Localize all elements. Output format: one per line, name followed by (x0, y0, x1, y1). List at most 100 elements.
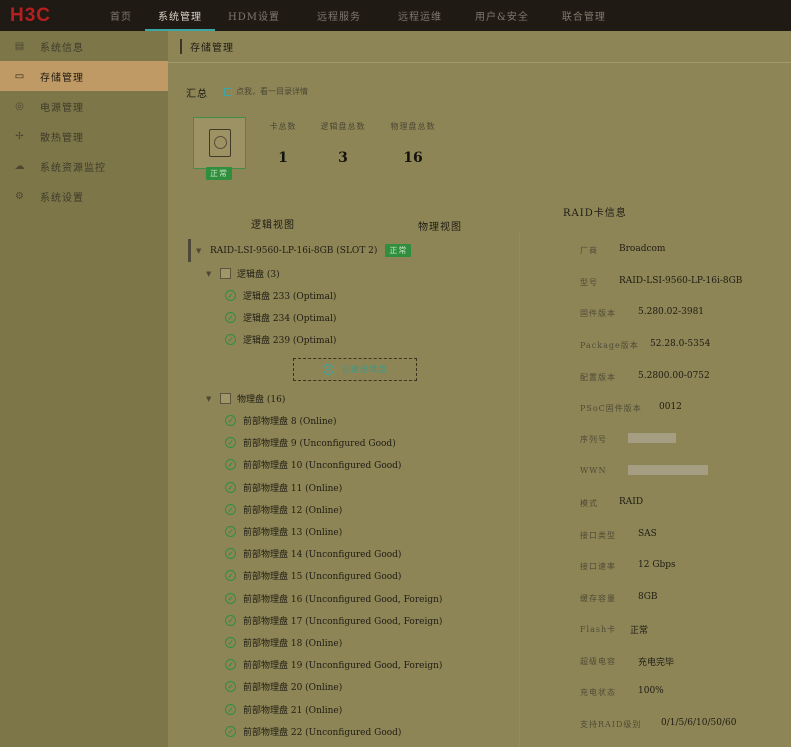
list-item[interactable]: ✓ 前部物理盘 22 (Unconfigured Good) (225, 725, 401, 738)
raid-info-label: 缓存容量 (580, 594, 616, 603)
raid-info-label: 模式 (580, 499, 598, 508)
logical-disk-label: 逻辑盘 239 (Optimal) (243, 336, 337, 346)
stat-value-physical-disks: 16 (403, 150, 423, 166)
raid-info-label: 固件版本 (580, 309, 616, 318)
raid-info-value: 0/1/5/6/10/50/60 (661, 718, 737, 728)
list-item[interactable]: ✓ 前部物理盘 21 (Online) (225, 703, 342, 716)
physical-disk-label: 前部物理盘 13 (Online) (243, 528, 343, 538)
power-icon: ◎ (15, 100, 25, 112)
physical-disk-label: 前部物理盘 8 (Online) (243, 417, 337, 427)
sidebar-item-cooling[interactable]: ✢ 散热管理 (0, 121, 168, 151)
sidebar: ▤ 系统信息 ▭ 存储管理 ◎ 电源管理 ✢ 散热管理 ☁ 系统资源监控 ⚙ 系… (0, 31, 168, 747)
sidebar-item-storage[interactable]: ▭ 存储管理 (0, 61, 168, 91)
settings-icon: ⚙ (15, 190, 25, 202)
check-circle-icon: ✓ (225, 637, 236, 648)
list-item[interactable]: ✓ 前部物理盘 15 (Unconfigured Good) (225, 569, 401, 582)
controller-status-badge: 正常 (385, 244, 412, 257)
summary-hint-text: 点我，看一目录详情 (236, 87, 308, 96)
check-circle-icon: ✓ (225, 593, 236, 604)
summary-hint[interactable]: 点我，看一目录详情 (224, 86, 308, 97)
raid-info-label: 接口速率 (580, 562, 616, 571)
raid-info-label: Package版本 (580, 341, 639, 350)
selection-indicator (188, 239, 191, 262)
sidebar-item-system-settings[interactable]: ⚙ 系统设置 (0, 181, 168, 211)
sidebar-item-label: 存储管理 (40, 72, 84, 84)
chevron-down-icon[interactable]: ▼ (196, 247, 204, 255)
sidebar-item-label: 系统设置 (40, 192, 84, 204)
nav-federation[interactable]: 联合管理 (549, 0, 619, 31)
check-circle-icon: ✓ (225, 504, 236, 515)
list-item[interactable]: ✓ 前部物理盘 11 (Online) (225, 481, 342, 494)
raid-info-label: 厂商 (580, 246, 598, 255)
nav-system-management[interactable]: 系统管理 (145, 0, 215, 31)
check-circle-icon: ✓ (225, 570, 236, 581)
logical-disk-label: 逻辑盘 233 (Optimal) (243, 292, 337, 302)
disk-icon (208, 129, 231, 157)
physical-disk-group-icon (220, 393, 231, 404)
raid-info-label: 接口类型 (580, 531, 616, 540)
nav-remote-service[interactable]: 远程服务 (293, 0, 385, 31)
create-logical-disk-button[interactable]: + 创建逻辑盘 (293, 358, 417, 381)
list-item[interactable]: ✓ 前部物理盘 16 (Unconfigured Good, Foreign) (225, 592, 442, 605)
list-item[interactable]: ✓ 前部物理盘 9 (Unconfigured Good) (225, 436, 396, 449)
check-circle-icon: ✓ (225, 526, 236, 537)
nav-hdm-settings[interactable]: HDM设置 (215, 0, 293, 31)
raid-info-label: PSoC固件版本 (580, 404, 642, 413)
top-nav-bar: H3C 首页 系统管理 HDM设置 远程服务 远程运维 用户&安全 联合管理 (0, 0, 791, 31)
logical-disk-label: 逻辑盘 234 (Optimal) (243, 314, 337, 324)
chevron-down-icon[interactable]: ▼ (206, 270, 214, 278)
tab-physical-view[interactable]: 物理视图 (418, 218, 462, 233)
logical-group-node[interactable]: ▼ 逻辑盘 (3) (206, 267, 280, 280)
nav-remote-ops[interactable]: 远程运维 (385, 0, 455, 31)
physical-group-node[interactable]: ▼ 物理盘 (16) (206, 392, 285, 405)
check-circle-icon: ✓ (225, 681, 236, 692)
summary-label: 汇总 (186, 89, 208, 100)
raid-card-tile[interactable] (193, 117, 246, 169)
list-item[interactable]: ✓ 逻辑盘 239 (Optimal) (225, 333, 336, 346)
raid-info-label: WWN (580, 466, 607, 475)
controller-label: RAID-LSI-9560-LP-16i-8GB (SLOT 2) (210, 245, 378, 256)
sidebar-item-label: 电源管理 (40, 102, 84, 114)
list-item[interactable]: ✓ 前部物理盘 20 (Online) (225, 680, 342, 693)
physical-disk-label: 前部物理盘 16 (Unconfigured Good, Foreign) (243, 595, 443, 605)
list-item[interactable]: ✓ 前部物理盘 13 (Online) (225, 525, 342, 538)
raid-info-value: RAID (619, 497, 644, 507)
raid-info-label: 配置版本 (580, 373, 616, 382)
list-item[interactable]: ✓ 前部物理盘 10 (Unconfigured Good) (225, 458, 401, 471)
tab-logical-view[interactable]: 逻辑视图 (251, 216, 295, 231)
list-item[interactable]: ✓ 逻辑盘 233 (Optimal) (225, 289, 336, 302)
check-circle-icon: ✓ (225, 334, 236, 345)
check-circle-icon: ✓ (225, 548, 236, 559)
raid-info-value: 5.2800.00-0752 (638, 371, 710, 381)
sidebar-item-power[interactable]: ◎ 电源管理 (0, 91, 168, 121)
check-circle-icon: ✓ (225, 659, 236, 670)
raid-info-value: 正常 (630, 626, 649, 636)
redacted-serial (628, 433, 676, 443)
controller-node[interactable]: ▼ RAID-LSI-9560-LP-16i-8GB (SLOT 2) 正常 (196, 244, 412, 257)
sidebar-item-resource-monitor[interactable]: ☁ 系统资源监控 (0, 151, 168, 181)
raid-info-value: 100% (638, 686, 664, 696)
check-circle-icon: ✓ (225, 459, 236, 470)
system-info-icon: ▤ (14, 40, 26, 52)
physical-disk-label: 前部物理盘 22 (Unconfigured Good) (243, 728, 402, 738)
list-item[interactable]: ✓ 前部物理盘 12 (Online) (225, 503, 342, 516)
physical-disk-label: 前部物理盘 15 (Unconfigured Good) (243, 572, 402, 582)
list-item[interactable]: ✓ 前部物理盘 8 (Online) (225, 414, 337, 427)
check-circle-icon: ✓ (225, 312, 236, 323)
list-item[interactable]: ✓ 前部物理盘 17 (Unconfigured Good, Foreign) (225, 614, 442, 627)
logical-group-label: 逻辑盘 (3) (237, 270, 280, 280)
chevron-down-icon[interactable]: ▼ (206, 395, 214, 403)
nav-home[interactable]: 首页 (108, 0, 145, 31)
nav-user-security[interactable]: 用户&安全 (455, 0, 549, 31)
fan-icon: ✢ (15, 130, 25, 142)
raid-info-value: 0012 (659, 402, 682, 412)
list-item[interactable]: ✓ 前部物理盘 14 (Unconfigured Good) (225, 547, 401, 560)
create-button-label: 创建逻辑盘 (342, 365, 387, 374)
list-item[interactable]: ✓ 前部物理盘 19 (Unconfigured Good, Foreign) (225, 658, 442, 671)
physical-disk-label: 前部物理盘 18 (Online) (243, 639, 343, 649)
sidebar-item-system-info[interactable]: ▤ 系统信息 (0, 31, 168, 61)
info-icon (224, 87, 232, 96)
list-item[interactable]: ✓ 前部物理盘 18 (Online) (225, 636, 342, 649)
list-item[interactable]: ✓ 逻辑盘 234 (Optimal) (225, 311, 336, 324)
physical-disk-label: 前部物理盘 20 (Online) (243, 683, 343, 693)
